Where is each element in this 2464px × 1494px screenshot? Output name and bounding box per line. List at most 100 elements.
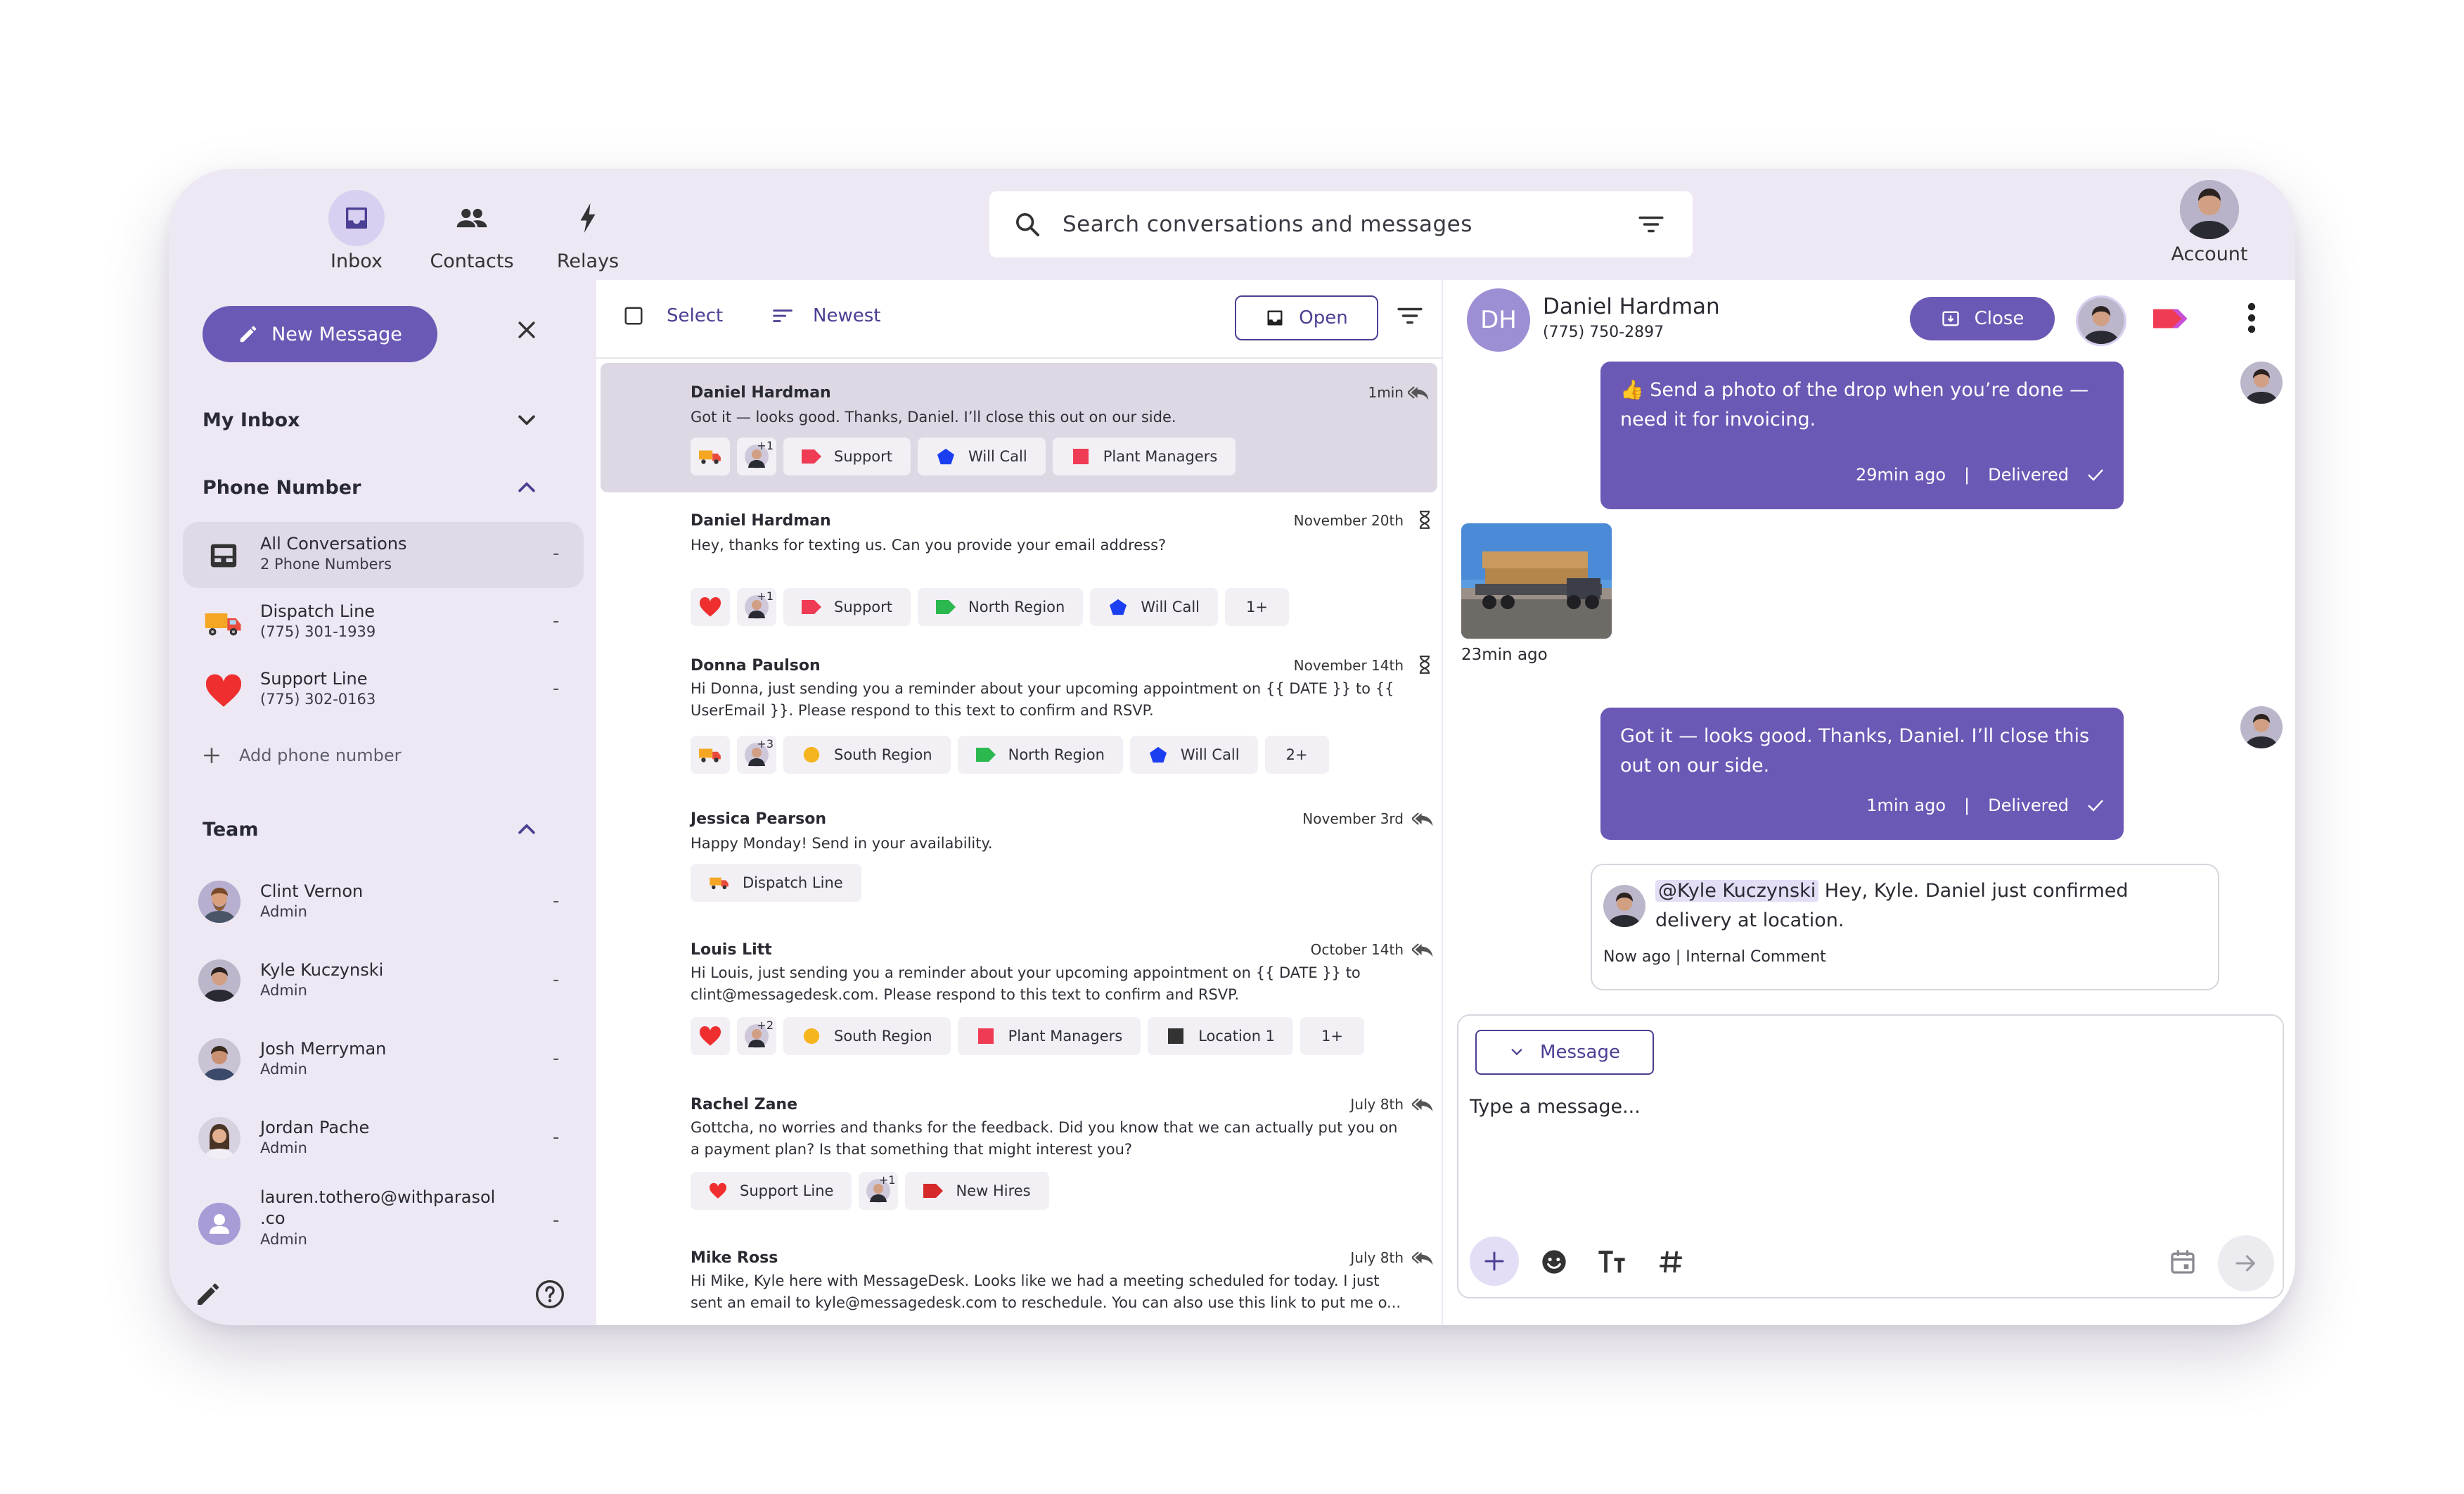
schedule-icon[interactable] bbox=[2169, 1248, 2197, 1279]
list-item[interactable]: Donna Paulson November 14th Hi Donna, ju… bbox=[596, 646, 1442, 784]
team-member-josh[interactable]: Josh Merryman Admin - bbox=[183, 1027, 584, 1100]
nav-inbox[interactable]: Inbox bbox=[304, 190, 409, 272]
message-text: Got it — looks good. Thanks, Daniel. I’l… bbox=[1620, 725, 2090, 777]
close-conversation-button[interactable]: Close bbox=[1910, 297, 2055, 340]
message-preview: Happy Monday! Send in your availability. bbox=[691, 835, 993, 852]
tag-plant-managers[interactable]: Plant Managers bbox=[1052, 438, 1236, 475]
assignee-chip[interactable]: +1 bbox=[737, 438, 776, 475]
circle-icon bbox=[802, 1028, 821, 1045]
tag-will-call[interactable]: Will Call bbox=[1090, 588, 1219, 626]
account-menu[interactable]: Account bbox=[2164, 180, 2255, 265]
text-format-icon[interactable] bbox=[1596, 1248, 1627, 1279]
phone-line-chip[interactable]: Dispatch Line bbox=[691, 864, 861, 902]
tag-label: North Region bbox=[968, 599, 1065, 615]
checkbox-icon bbox=[623, 305, 644, 326]
list-item[interactable]: Jessica Pearson November 3rd Happy Monda… bbox=[596, 798, 1442, 910]
tag-support[interactable]: Support bbox=[783, 588, 911, 626]
nav-relays[interactable]: Relays bbox=[535, 190, 641, 272]
assignee-chip[interactable]: +1 bbox=[859, 1172, 899, 1210]
chevron-up-icon[interactable] bbox=[515, 819, 539, 841]
tag-will-call[interactable]: Will Call bbox=[1129, 736, 1258, 774]
team-member-lauren[interactable]: lauren.tothero@withparasol .co Admin - bbox=[183, 1182, 584, 1262]
list-item[interactable]: Daniel Hardman November 20th Hey, thanks… bbox=[596, 498, 1442, 646]
heart-icon bbox=[709, 1182, 727, 1199]
assignee-chip[interactable]: +3 bbox=[737, 736, 776, 774]
commenter-avatar bbox=[1603, 885, 1645, 927]
conversation-time: October 14th bbox=[1310, 941, 1404, 958]
sort-button[interactable]: Newest bbox=[772, 305, 880, 326]
list-item[interactable]: Mike Ross July 8th Hi Mike, Kyle here wi… bbox=[596, 1238, 1442, 1325]
team-member-kyle[interactable]: Kyle Kuczynski Admin - bbox=[183, 948, 584, 1021]
member-count: - bbox=[553, 969, 560, 990]
assignee-chip[interactable]: +1 bbox=[737, 588, 776, 626]
message-preview: Gottcha, no worries and thanks for the f… bbox=[691, 1119, 1398, 1158]
tag-will-call[interactable]: Will Call bbox=[918, 438, 1046, 475]
message-type-select[interactable]: Message bbox=[1475, 1030, 1654, 1075]
add-phone-number-button[interactable]: Add phone number bbox=[203, 746, 402, 765]
assignee-avatar[interactable] bbox=[2076, 295, 2126, 346]
list-item[interactable]: Louis Litt October 14th Hi Louis, just s… bbox=[596, 930, 1442, 1068]
tag-support[interactable]: Support bbox=[783, 438, 911, 475]
more-options-icon[interactable] bbox=[2247, 302, 2256, 336]
team-member-clint[interactable]: Clint Vernon Admin - bbox=[183, 869, 584, 943]
status-open-button[interactable]: Open bbox=[1235, 295, 1378, 340]
phone-line-label: Support Line bbox=[740, 1182, 834, 1199]
phone-subtitle: (775) 301-1939 bbox=[260, 623, 376, 640]
nav-relays-label: Relays bbox=[556, 250, 620, 272]
message-input[interactable]: Type a message... bbox=[1470, 1096, 1641, 1118]
new-message-button[interactable]: New Message bbox=[203, 306, 437, 362]
tag-location-1[interactable]: Location 1 bbox=[1148, 1017, 1294, 1055]
more-tags-chip[interactable]: 1+ bbox=[1300, 1017, 1365, 1055]
phone-line-chip[interactable] bbox=[691, 588, 730, 626]
phone-line-chip[interactable]: Support Line bbox=[691, 1172, 852, 1210]
nav-contacts[interactable]: Contacts bbox=[419, 190, 525, 272]
tag-plant-managers[interactable]: Plant Managers bbox=[957, 1017, 1141, 1055]
hashtag-icon[interactable] bbox=[1657, 1248, 1685, 1279]
member-role: Admin bbox=[260, 1139, 307, 1156]
tag-label: Support bbox=[834, 599, 893, 615]
select-all-checkbox[interactable]: Select bbox=[623, 305, 723, 326]
add-attachment-button[interactable] bbox=[1470, 1237, 1519, 1286]
check-icon bbox=[2087, 468, 2104, 482]
emoji-icon[interactable] bbox=[1540, 1248, 1568, 1279]
tag-south-region[interactable]: South Region bbox=[783, 736, 951, 774]
tags-icon[interactable] bbox=[2153, 305, 2191, 335]
tag-north-region[interactable]: North Region bbox=[918, 588, 1084, 626]
contact-avatar[interactable]: DH bbox=[1467, 288, 1530, 352]
phone-number-heading[interactable]: Phone Number bbox=[203, 477, 361, 499]
tag-south-region[interactable]: South Region bbox=[783, 1017, 951, 1055]
search-input[interactable]: Search conversations and messages bbox=[1063, 212, 1638, 237]
avatar bbox=[198, 1038, 240, 1080]
filter-icon[interactable] bbox=[1397, 305, 1423, 329]
more-tags-chip[interactable]: 2+ bbox=[1264, 736, 1329, 774]
phone-all-conversations[interactable]: All Conversations 2 Phone Numbers - bbox=[183, 522, 584, 588]
phone-line-chip[interactable] bbox=[691, 736, 730, 774]
chevron-down-icon[interactable] bbox=[515, 411, 539, 433]
status-label: Open bbox=[1299, 307, 1348, 328]
team-member-jordan[interactable]: Jordan Pache Admin - bbox=[183, 1106, 584, 1179]
incoming-image[interactable] bbox=[1461, 523, 1612, 639]
send-button[interactable] bbox=[2218, 1235, 2274, 1291]
phone-dispatch-line[interactable]: Dispatch Line (775) 301-1939 - bbox=[183, 589, 584, 656]
tag-north-region[interactable]: North Region bbox=[957, 736, 1123, 774]
close-sidebar-icon[interactable] bbox=[515, 318, 539, 345]
team-heading[interactable]: Team bbox=[203, 819, 259, 841]
list-item[interactable]: Daniel Hardman 1min Got it — looks good.… bbox=[601, 363, 1437, 492]
filter-icon[interactable] bbox=[1638, 214, 1664, 235]
phone-line-chip[interactable] bbox=[691, 438, 730, 475]
help-icon[interactable] bbox=[534, 1279, 565, 1313]
chevron-up-icon[interactable] bbox=[515, 477, 539, 499]
phone-line-chip[interactable] bbox=[691, 1017, 730, 1055]
phone-support-line[interactable]: Support Line (775) 302-0163 - bbox=[183, 657, 584, 723]
tag-new-hires[interactable]: New Hires bbox=[905, 1172, 1049, 1210]
list-item[interactable]: Rachel Zane July 8th Gottcha, no worries… bbox=[596, 1085, 1442, 1222]
edit-icon[interactable] bbox=[194, 1280, 222, 1311]
mention[interactable]: @Kyle Kuczynski bbox=[1655, 880, 1819, 902]
my-inbox-heading[interactable]: My Inbox bbox=[203, 409, 300, 431]
account-avatar[interactable] bbox=[2180, 180, 2239, 239]
member-count: - bbox=[553, 1048, 560, 1069]
sort-icon bbox=[772, 307, 793, 324]
assignee-chip[interactable]: +2 bbox=[737, 1017, 776, 1055]
more-tags-chip[interactable]: 1+ bbox=[1225, 588, 1289, 626]
search-bar[interactable]: Search conversations and messages bbox=[989, 191, 1693, 257]
